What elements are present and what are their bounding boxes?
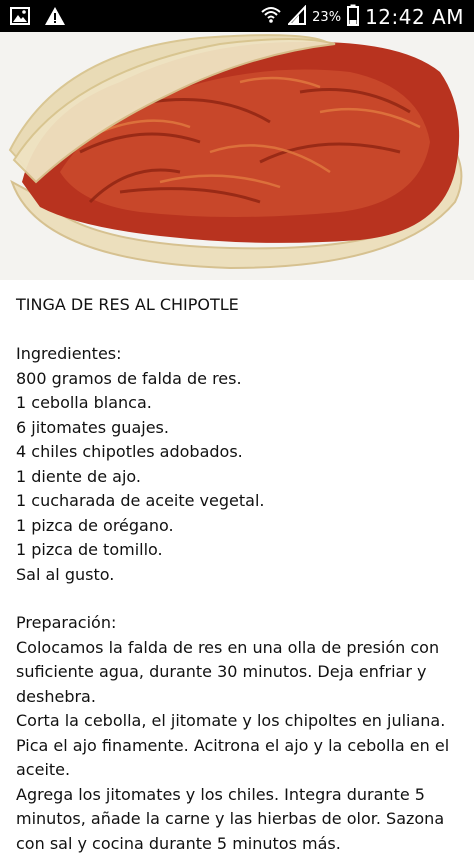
preparation-step: Agrega los jitomates y los chiles. Integ… [16,783,466,856]
status-bar: 23% 12:42 AM [0,0,474,32]
preparation-step: Colocamos la falda de res en una olla de… [16,636,466,710]
clock: 12:42 AM [365,5,464,29]
preparation-heading: Preparación: [16,611,466,636]
preparation-step: Corta la cebolla, el jitomate y los chip… [16,709,466,783]
recipe-title: TINGA DE RES AL CHIPOTLE [16,292,466,318]
battery-icon [347,4,359,30]
warning-icon [44,6,66,30]
image-icon [10,7,30,29]
ingredients-heading: Ingredientes: [16,342,466,367]
ingredient-item: 800 gramos de falda de res. [16,367,466,392]
recipe-photo [0,32,474,280]
ingredient-item: 1 diente de ajo. [16,465,466,490]
recipe-text: TINGA DE RES AL CHIPOTLE Ingredientes: 8… [16,292,466,856]
battery-percent: 23% [312,10,341,25]
ingredient-item: 1 cebolla blanca. [16,391,466,416]
signal-icon [288,5,306,29]
ingredient-item: 1 pizca de orégano. [16,514,466,539]
ingredient-item: 1 pizca de tomillo. [16,538,466,563]
ingredient-item: 4 chiles chipotles adobados. [16,440,466,465]
ingredient-item: 6 jitomates guajes. [16,416,466,441]
wifi-icon [260,4,282,30]
ingredient-item: 1 cucharada de aceite vegetal. [16,489,466,514]
ingredient-item: Sal al gusto. [16,563,466,588]
